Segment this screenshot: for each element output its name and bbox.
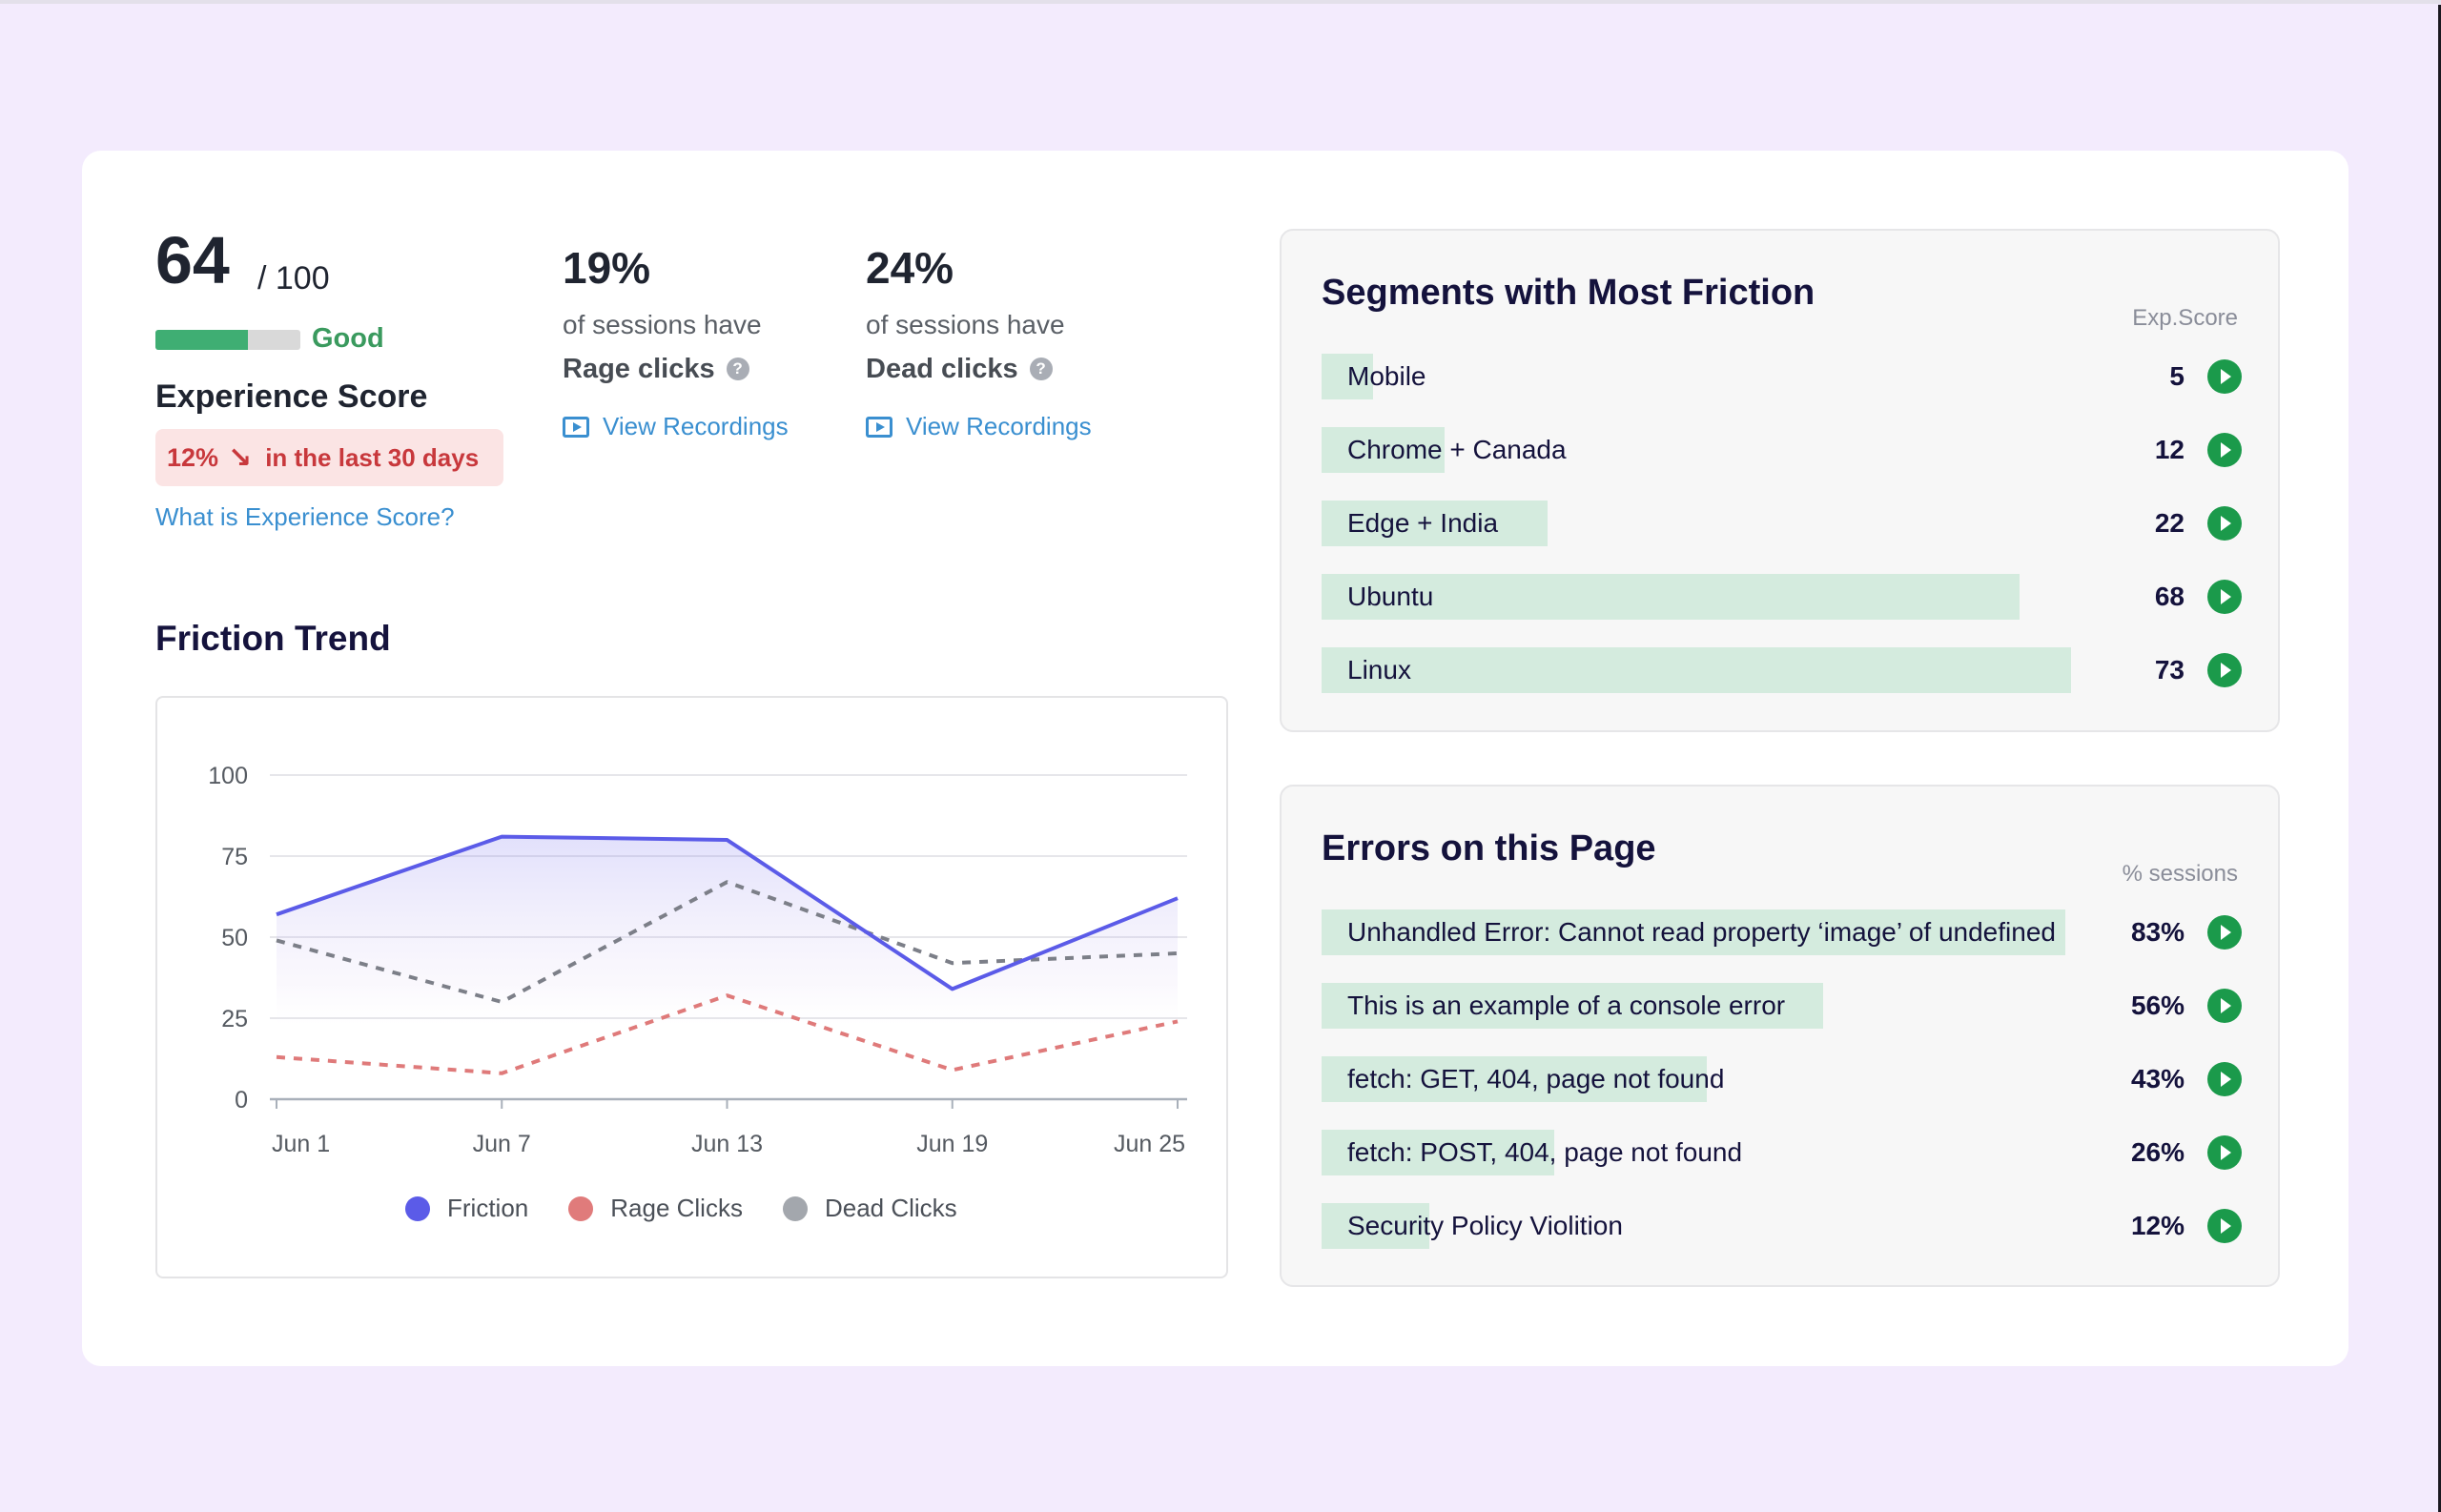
- legend-dot-dead-clicks: [782, 1195, 808, 1221]
- x-tick-label: Jun 13: [691, 1131, 763, 1157]
- segments-row-value: 73: [2154, 655, 2185, 684]
- segments-row-value: 22: [2154, 508, 2185, 538]
- x-tick-label: Jun 19: [916, 1131, 988, 1157]
- errors-row-label: fetch: POST, 404, page not found: [1347, 1137, 1743, 1167]
- legend-dot-friction: [405, 1195, 430, 1221]
- segments-row[interactable]: Linux 73: [1322, 647, 2242, 693]
- errors-row-label: This is an example of a console error: [1347, 991, 1786, 1020]
- segments-row-label: Edge + India: [1347, 508, 1499, 538]
- segments-row[interactable]: Ubuntu 68: [1322, 574, 2242, 620]
- segments-column-header: Exp.Score: [2132, 305, 2238, 331]
- play-recording-icon[interactable]: [2207, 359, 2242, 394]
- segments-row-label: Mobile: [1347, 361, 1426, 391]
- errors-row[interactable]: Security Policy Violition 12%: [1322, 1203, 2242, 1249]
- legend-item-friction[interactable]: Friction: [405, 1194, 528, 1223]
- segments-row-bar: [1322, 647, 2072, 693]
- segments-row-label: Ubuntu: [1347, 582, 1434, 611]
- errors-row-value: 26%: [2130, 1137, 2185, 1167]
- x-tick-label: Jun 1: [272, 1131, 330, 1157]
- segments-row-value: 5: [2169, 361, 2185, 391]
- segments-row-label: Linux: [1347, 655, 1411, 684]
- play-recording-icon[interactable]: [2207, 580, 2242, 614]
- play-recording-icon[interactable]: [2207, 915, 2242, 950]
- errors-row[interactable]: fetch: POST, 404, page not found 26%: [1322, 1130, 2242, 1175]
- errors-panel: Errors on this Page % sessions Unhandled…: [1280, 785, 2280, 1287]
- x-tick-label: Jun 7: [473, 1131, 531, 1157]
- play-recording-icon[interactable]: [2207, 1062, 2242, 1096]
- errors-row-label: Security Policy Violition: [1347, 1211, 1623, 1240]
- errors-row-label: fetch: GET, 404, page not found: [1347, 1064, 1725, 1093]
- x-tick-label: Jun 25: [1114, 1131, 1185, 1157]
- segments-row-value: 12: [2154, 435, 2185, 464]
- errors-row[interactable]: fetch: GET, 404, page not found 43%: [1322, 1056, 2242, 1102]
- y-tick-label: 100: [208, 763, 248, 789]
- legend-label-rage-clicks: Rage Clicks: [610, 1194, 743, 1222]
- play-recording-icon[interactable]: [2207, 433, 2242, 467]
- play-recording-icon[interactable]: [2207, 506, 2242, 541]
- errors-row-value: 83%: [2130, 917, 2185, 947]
- y-tick-label: 50: [221, 925, 248, 951]
- legend-item-dead-clicks[interactable]: Dead Clicks: [782, 1194, 957, 1223]
- segments-row-value: 68: [2154, 582, 2185, 611]
- play-recording-icon[interactable]: [2207, 989, 2242, 1023]
- errors-row[interactable]: Unhandled Error: Cannot read property ‘i…: [1322, 909, 2242, 955]
- segments-title: Segments with Most Friction: [1322, 273, 1815, 313]
- legend-item-rage-clicks[interactable]: Rage Clicks: [568, 1194, 743, 1223]
- y-tick-label: 25: [221, 1006, 248, 1032]
- legend-label-friction: Friction: [447, 1194, 529, 1222]
- segments-row-label: Chrome + Canada: [1347, 435, 1567, 464]
- errors-column-header: % sessions: [2122, 861, 2238, 887]
- segments-row[interactable]: Edge + India 22: [1322, 501, 2242, 546]
- segments-row[interactable]: Mobile 5: [1322, 354, 2242, 399]
- play-recording-icon[interactable]: [2207, 653, 2242, 687]
- play-recording-icon[interactable]: [2207, 1135, 2242, 1170]
- errors-row[interactable]: This is an example of a console error 56%: [1322, 983, 2242, 1029]
- errors-row-label: Unhandled Error: Cannot read property ‘i…: [1347, 917, 2056, 947]
- y-tick-label: 0: [235, 1087, 248, 1114]
- chart-legend: Friction Rage Clicks Dead Clicks: [405, 1194, 997, 1223]
- segments-panel: Segments with Most Friction Exp.Score Mo…: [1280, 229, 2280, 732]
- segments-row[interactable]: Chrome + Canada 12: [1322, 427, 2242, 473]
- errors-row-value: 43%: [2130, 1064, 2185, 1093]
- legend-dot-rage-clicks: [568, 1195, 594, 1221]
- errors-row-value: 56%: [2130, 991, 2185, 1020]
- play-recording-icon[interactable]: [2207, 1209, 2242, 1243]
- errors-title: Errors on this Page: [1322, 828, 1656, 868]
- legend-label-dead-clicks: Dead Clicks: [824, 1194, 957, 1222]
- y-tick-label: 75: [221, 844, 248, 870]
- errors-row-value: 12%: [2130, 1211, 2185, 1240]
